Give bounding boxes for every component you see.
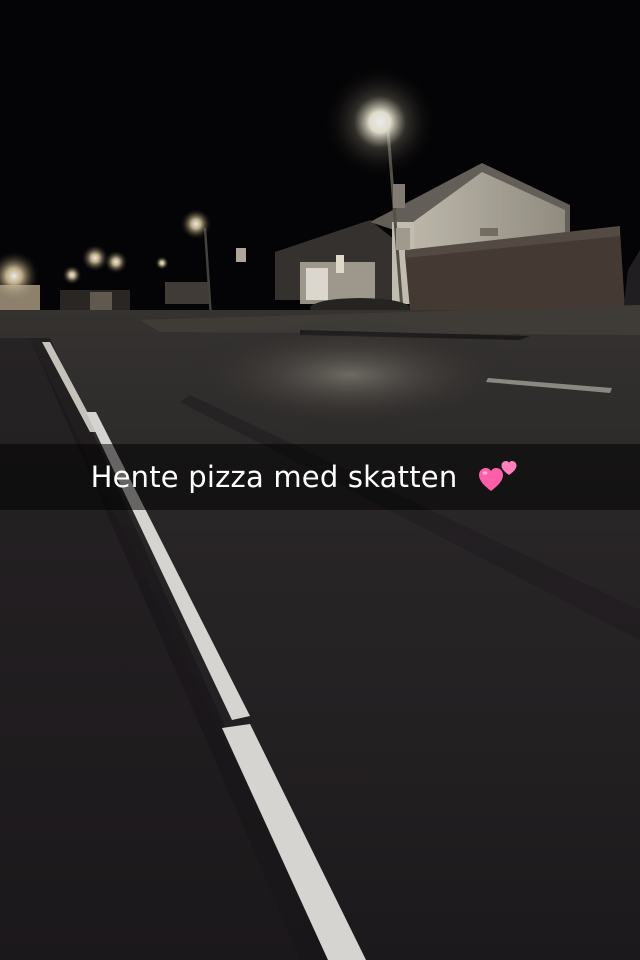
snap-photo: Hente pizza med skatten (0, 0, 640, 960)
caption-bar: Hente pizza med skatten (0, 444, 640, 510)
two-hearts-icon (479, 457, 519, 493)
caption-text: Hente pizza med skatten (90, 460, 458, 494)
